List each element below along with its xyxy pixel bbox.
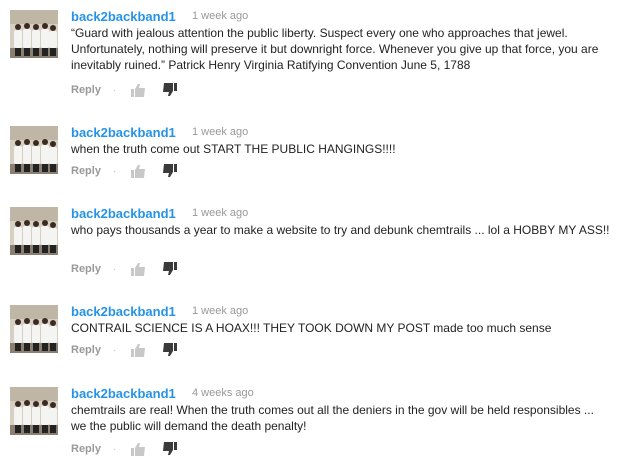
comment-item: back2backband1 1 week ago when the truth…	[0, 116, 618, 196]
comment-item: back2backband1 1 week ago “Guard with je…	[0, 0, 618, 97]
thumbs-up-icon[interactable]	[130, 83, 148, 97]
comment-text: chemtrails are real! When the truth come…	[71, 403, 594, 433]
reply-button[interactable]: Reply	[71, 165, 101, 177]
comment-actions: Reply ·	[71, 341, 190, 359]
thumbs-up-icon[interactable]	[130, 343, 148, 357]
separator-dot: ·	[112, 443, 117, 455]
separator-dot: ·	[112, 165, 117, 177]
separator-dot: ·	[112, 84, 117, 96]
avatar[interactable]	[10, 387, 58, 435]
comment-text: who pays thousands a year to make a webs…	[71, 223, 610, 237]
comment-item: back2backband1 1 week ago who pays thous…	[0, 197, 618, 277]
reply-button[interactable]: Reply	[71, 84, 101, 96]
comment-timestamp: 1 week ago	[192, 305, 249, 317]
comment-actions: Reply ·	[71, 81, 190, 99]
reply-button[interactable]: Reply	[71, 443, 101, 455]
comment-author-link[interactable]: back2backband1	[71, 125, 176, 140]
comment-actions: Reply ·	[71, 440, 190, 458]
avatar[interactable]	[10, 10, 58, 58]
avatar[interactable]	[10, 126, 58, 174]
comment-text: “Guard with jealous attention the public…	[71, 26, 599, 72]
comment-author-link[interactable]: back2backband1	[71, 206, 176, 221]
thumbs-down-icon[interactable]	[160, 442, 178, 456]
comment-author-link[interactable]: back2backband1	[71, 9, 176, 24]
reply-button[interactable]: Reply	[71, 344, 101, 356]
comment-author-link[interactable]: back2backband1	[71, 304, 176, 319]
thumbs-down-icon[interactable]	[160, 83, 178, 97]
comment-text: CONTRAIL SCIENCE IS A HOAX!!! THEY TOOK …	[71, 321, 552, 335]
reply-button[interactable]: Reply	[71, 263, 101, 275]
thumbs-down-icon[interactable]	[160, 164, 178, 178]
comment-item: back2backband1 1 week ago CONTRAIL SCIEN…	[0, 295, 618, 375]
thumbs-up-icon[interactable]	[130, 164, 148, 178]
comment-actions: Reply ·	[71, 162, 190, 180]
thumbs-down-icon[interactable]	[160, 262, 178, 276]
comment-timestamp: 1 week ago	[192, 126, 249, 138]
comment-timestamp: 4 weeks ago	[192, 387, 254, 399]
comment-timestamp: 1 week ago	[192, 10, 249, 22]
avatar[interactable]	[10, 305, 58, 353]
thumbs-up-icon[interactable]	[130, 262, 148, 276]
comment-author-link[interactable]: back2backband1	[71, 386, 176, 401]
comment-timestamp: 1 week ago	[192, 207, 249, 219]
comment-item: back2backband1 4 weeks ago chemtrails ar…	[0, 377, 618, 457]
separator-dot: ·	[112, 344, 117, 356]
separator-dot: ·	[112, 263, 117, 275]
thumbs-down-icon[interactable]	[160, 343, 178, 357]
avatar[interactable]	[10, 207, 58, 255]
thumbs-up-icon[interactable]	[130, 442, 148, 456]
comment-actions: Reply ·	[71, 260, 190, 278]
comment-text: when the truth come out START THE PUBLIC…	[71, 142, 396, 156]
